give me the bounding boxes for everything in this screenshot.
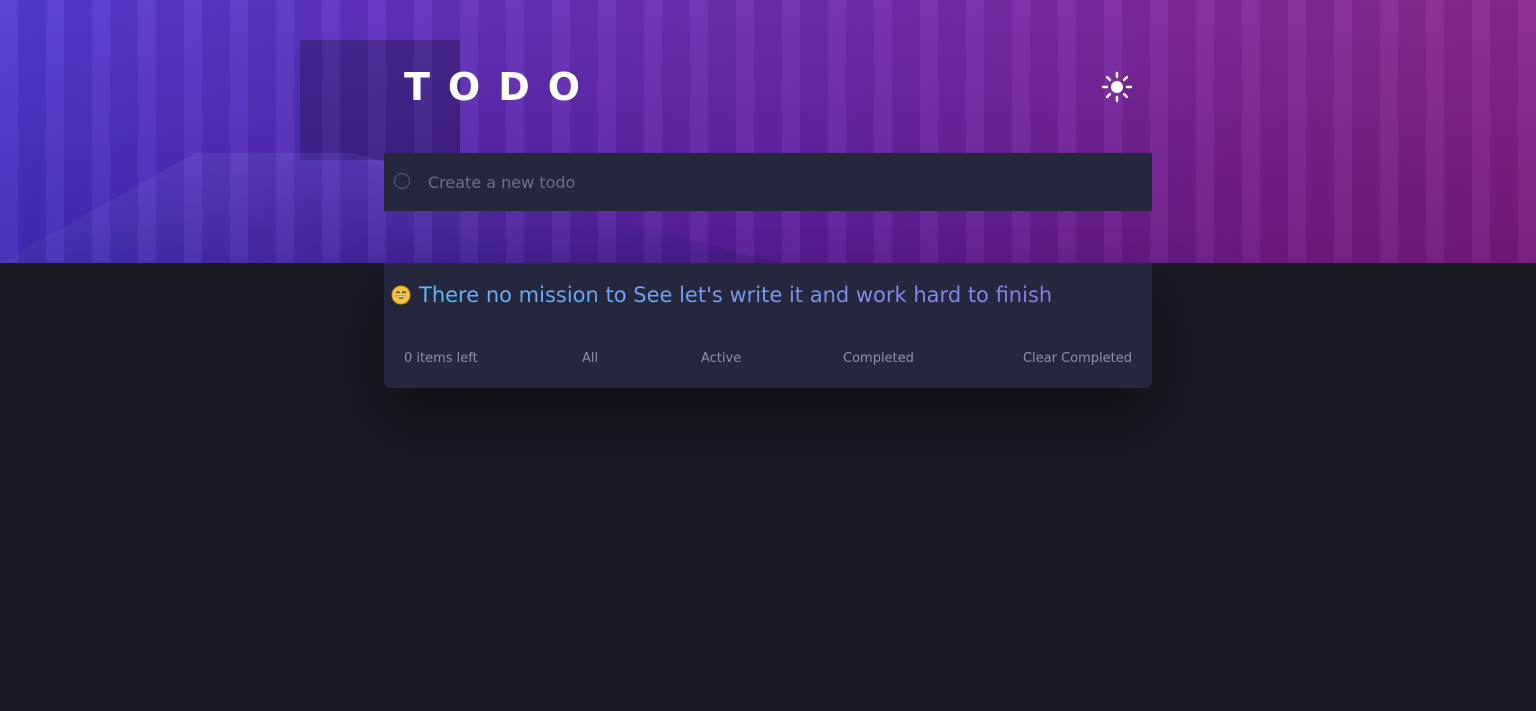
sun-icon bbox=[1101, 71, 1133, 103]
header-background bbox=[0, 0, 1536, 263]
new-todo-bar bbox=[384, 153, 1152, 211]
items-left-count: 0 items left bbox=[404, 351, 478, 366]
background-photo-overlay bbox=[0, 0, 1536, 263]
empty-state-message: There no mission to See let's write it a… bbox=[419, 283, 1053, 307]
app-title: TODO bbox=[404, 65, 599, 109]
filter-all[interactable]: All bbox=[582, 351, 598, 366]
filter-completed[interactable]: Completed bbox=[843, 351, 914, 366]
empty-state: There no mission to See let's write it a… bbox=[391, 281, 1052, 309]
todo-list-card: There no mission to See let's write it a… bbox=[384, 263, 1152, 388]
grinning-face-icon bbox=[391, 285, 411, 305]
new-todo-input[interactable] bbox=[426, 167, 1130, 197]
filter-active[interactable]: Active bbox=[701, 351, 741, 366]
clear-completed-button[interactable]: Clear Completed bbox=[1023, 351, 1132, 366]
list-footer: 0 items left All Active Completed Clear … bbox=[404, 351, 1132, 369]
theme-toggle-button[interactable] bbox=[1100, 70, 1134, 104]
new-todo-check-circle[interactable] bbox=[394, 173, 410, 189]
